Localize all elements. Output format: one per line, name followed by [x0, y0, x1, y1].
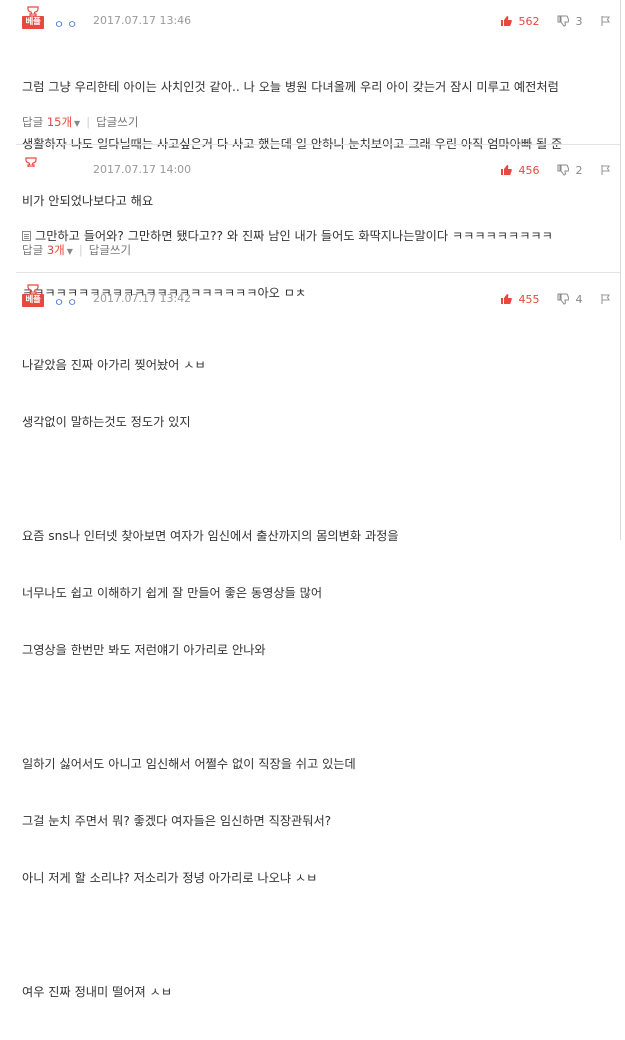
comment-line: 일하기 싫어서도 아니고 임신해서 어쩔수 없이 직장을 쉬고 있는데 [22, 757, 356, 771]
upvote-count: 456 [518, 163, 540, 177]
comment-line: 생각없이 말하는것도 정도가 있지 [22, 415, 191, 429]
comment-footer: 답글 3개 ▼ | 답글쓰기 [22, 242, 131, 258]
reply-toggle[interactable]: 답글 15개 ▼ [22, 115, 80, 129]
vote-area: 456 2 [500, 163, 612, 179]
write-reply-link[interactable]: 답글쓰기 [89, 243, 131, 257]
thumbs-up-icon[interactable] [500, 293, 512, 305]
comment-item: 베플 ㅇㅇ 2017.07.17 13:46 562 3 그럼 그냥 우리한테 … [0, 0, 620, 208]
comment-date: 2017.07.17 13:46 [93, 14, 192, 27]
reply-count: 15개 [46, 115, 73, 129]
best-comment-badge: 베플 [22, 6, 44, 30]
comment-line: 그영상을 한번만 봐도 저런얘기 아가리로 안나와 [22, 643, 266, 657]
best-comment-badge [22, 155, 44, 179]
reply-toggle[interactable]: 답글 3개 ▼ [22, 243, 73, 257]
report-icon[interactable] [600, 293, 612, 305]
author-name[interactable]: ㅇㅇ [54, 16, 80, 32]
best-label: 베플 [22, 16, 44, 29]
thumbs-down-icon[interactable] [557, 15, 569, 27]
downvote-count: 2 [575, 163, 583, 177]
caret-down-icon: ▼ [66, 247, 73, 256]
comment-header: 베플 ㅇㅇ 2017.07.17 13:42 455 4 [22, 284, 612, 310]
image-attachment-icon [22, 231, 31, 241]
divider: | [86, 115, 91, 129]
comment-header: 2017.07.17 14:00 456 2 [22, 155, 612, 179]
comment-line [22, 698, 612, 717]
comment-line [22, 470, 612, 489]
comment-body: 나같았음 진짜 아가리 찢어놨어 ㅅㅂ 생각없이 말하는것도 정도가 있지 요즘… [22, 318, 612, 1040]
comment-line-text: 그만하고 들어와? 그만하면 됐다고?? 와 진짜 남인 내가 들어도 화딱지나… [35, 229, 553, 243]
caret-down-icon: ▼ [74, 119, 81, 128]
comment-line: 그걸 눈치 주면서 뭐? 좋겠다 여자들은 임신하면 직장관둬서? [22, 814, 332, 828]
thumbs-down-icon[interactable] [557, 164, 569, 176]
comment-separator [16, 272, 620, 273]
comment-item: 베플 ㅇㅇ 2017.07.17 13:42 455 4 나같았음 진짜 아가리… [0, 278, 620, 999]
comment-header: 베플 ㅇㅇ 2017.07.17 13:46 562 3 [22, 6, 612, 32]
upvote-count: 455 [518, 292, 540, 306]
comment-date: 2017.07.17 13:42 [93, 292, 192, 305]
upvote-count: 562 [518, 14, 540, 28]
comment-date: 2017.07.17 14:00 [93, 163, 192, 176]
comment-separator [16, 144, 620, 145]
trophy-icon [27, 284, 39, 294]
comment-line: 요즘 sns나 인터넷 찾아보면 여자가 임신에서 출산까지의 몸의변화 과정을 [22, 529, 399, 543]
reply-label: 답글 [22, 115, 44, 129]
comment-line: 그럼 그냥 우리한테 아이는 사치인것 같아.. 나 오늘 병원 다녀올께 우리… [22, 80, 559, 94]
report-icon[interactable] [600, 15, 612, 27]
author-name[interactable]: ㅇㅇ [54, 294, 80, 310]
comment-line: 너무나도 쉽고 이해하기 쉽게 잘 만들어 좋은 동영상들 많어 [22, 586, 323, 600]
reply-count: 3개 [46, 243, 65, 257]
thumbs-up-icon[interactable] [500, 164, 512, 176]
best-comment-badge: 베플 [22, 284, 44, 308]
report-icon[interactable] [600, 164, 612, 176]
comment-footer: 답글 15개 ▼ | 답글쓰기 [22, 114, 138, 130]
reply-label: 답글 [22, 243, 44, 257]
comment-line [22, 926, 612, 945]
vote-area: 455 4 [500, 292, 612, 308]
best-label: 베플 [22, 294, 44, 307]
comment-line: 여우 진짜 정내미 떨어져 ㅅㅂ [22, 985, 173, 999]
right-border [620, 0, 621, 540]
write-reply-link[interactable]: 답글쓰기 [96, 115, 138, 129]
comment-line: 아니 저게 할 소리냐? 저소리가 정녕 아가리로 나오냐 ㅅㅂ [22, 871, 318, 885]
vote-area: 562 3 [500, 14, 612, 30]
divider: | [78, 243, 83, 257]
downvote-count: 4 [575, 292, 583, 306]
trophy-icon [25, 157, 37, 167]
comment-item: 2017.07.17 14:00 456 2 그만하고 들어와? 그만하면 됐다… [0, 149, 620, 300]
thumbs-down-icon[interactable] [557, 293, 569, 305]
downvote-count: 3 [575, 14, 583, 28]
thumbs-up-icon[interactable] [500, 15, 512, 27]
comment-line: 나같았음 진짜 아가리 찢어놨어 ㅅㅂ [22, 358, 206, 372]
trophy-icon [27, 6, 39, 16]
